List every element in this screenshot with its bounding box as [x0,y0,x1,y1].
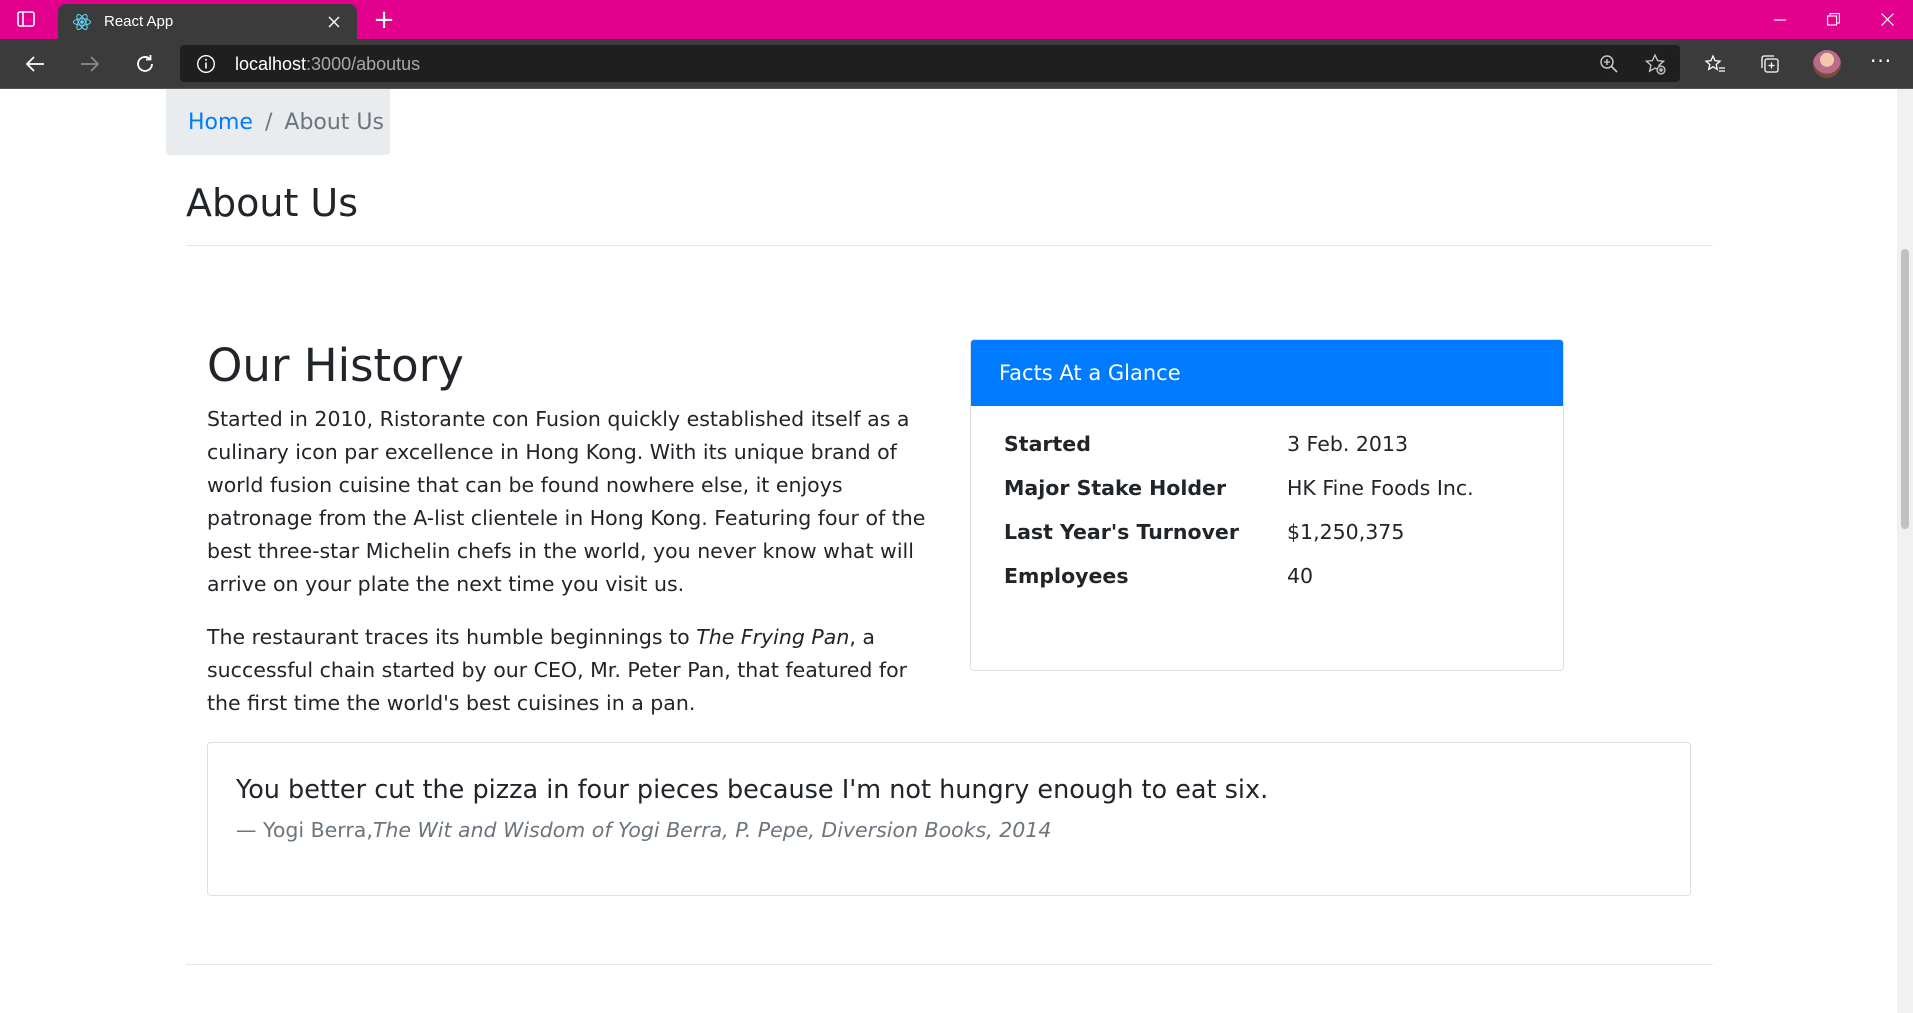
favorites-icon[interactable] [1700,49,1730,79]
tab-actions-icon[interactable] [16,9,36,29]
fact-value: 3 Feb. 2013 [1287,432,1409,456]
address-bar[interactable]: localhost:3000/aboutus [180,45,1680,82]
facts-card: Facts At a Glance Started 3 Feb. 2013 Ma… [970,339,1564,671]
frying-pan-emphasis: The Frying Pan [696,625,850,649]
breadcrumb: Home / About Us [166,89,390,155]
profile-avatar[interactable] [1813,50,1841,78]
fact-row: Started 3 Feb. 2013 [1004,432,1524,476]
url-text: localhost:3000/aboutus [235,54,420,75]
back-button[interactable] [18,47,52,81]
new-tab-button[interactable]: + [368,4,400,36]
facts-card-header: Facts At a Glance [971,340,1563,406]
history-paragraph-2: The restaurant traces its humble beginni… [207,621,937,720]
fact-label: Started [1004,432,1091,456]
restore-button[interactable] [1810,0,1856,39]
fact-label: Employees [1004,564,1129,588]
close-window-button[interactable] [1864,0,1910,39]
quote-source: The Wit and Wisdom of Yogi Berra, P. Pep… [372,818,1052,842]
fact-row: Employees 40 [1004,564,1524,608]
breadcrumb-home-link[interactable]: Home [188,110,253,135]
page-title: About Us [186,181,359,225]
divider [186,245,1713,246]
site-info-icon[interactable] [196,54,216,74]
history-heading: Our History [207,339,464,392]
fact-row: Major Stake Holder HK Fine Foods Inc. [1004,476,1524,520]
quote-text: You better cut the pizza in four pieces … [236,775,1269,805]
fact-label: Last Year's Turnover [1004,520,1239,544]
quote-card: You better cut the pizza in four pieces … [207,742,1691,896]
fact-value: $1,250,375 [1287,520,1405,544]
add-favorite-icon[interactable] [1643,52,1667,76]
react-logo-icon [72,12,92,32]
refresh-button[interactable] [128,47,162,81]
browser-tab[interactable]: React App [58,4,357,39]
zoom-icon[interactable] [1597,52,1621,76]
history-paragraph-2-start: The restaurant traces its humble beginni… [207,625,697,649]
divider [186,964,1713,965]
more-options-icon[interactable]: ··· [1870,49,1892,73]
scrollbar-thumb[interactable] [1901,249,1909,529]
page-content: Home / About Us About Us Our History Sta… [0,89,1897,1013]
tab-close-icon[interactable] [319,7,349,37]
tab-title: React App [104,13,174,30]
collections-icon[interactable] [1755,49,1785,79]
page-scrollbar[interactable] [1897,89,1913,1013]
url-host: localhost [235,54,307,74]
fact-label: Major Stake Holder [1004,476,1227,500]
quote-footer: — Yogi Berra,The Wit and Wisdom of Yogi … [236,818,1051,842]
breadcrumb-separator: / [264,109,273,135]
history-paragraph-1: Started in 2010, Ristorante con Fusion q… [207,407,926,596]
fact-row: Last Year's Turnover $1,250,375 [1004,520,1524,564]
forward-button[interactable] [73,47,107,81]
browser-titlebar: React App + [0,0,1913,39]
minimize-button[interactable] [1757,0,1803,39]
fact-value: HK Fine Foods Inc. [1287,476,1474,500]
fact-value: 40 [1287,564,1314,588]
breadcrumb-current: About Us [284,109,384,135]
browser-toolbar: localhost:3000/aboutus ··· [0,39,1913,88]
url-path: :3000/aboutus [306,54,421,74]
quote-author: — Yogi Berra, [236,818,373,842]
